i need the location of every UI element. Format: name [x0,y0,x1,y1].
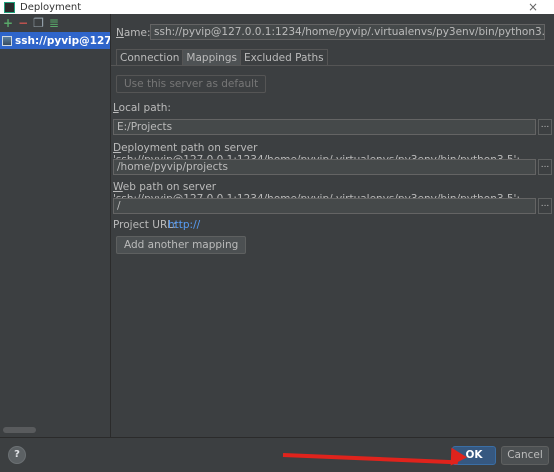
tab-connection[interactable]: Connection [116,49,184,66]
server-list-panel: + − ❐ ≣ ssh://pyvip@127.0.0.1:1 [0,14,111,437]
window-title: Deployment [20,1,82,13]
deployment-path-browse-button[interactable]: ... [538,159,552,175]
project-url-link[interactable]: http:// [168,219,200,231]
dialog-footer: ? OK Cancel [0,437,554,472]
local-path-browse-button[interactable]: ... [538,119,552,135]
tab-excluded-paths[interactable]: Excluded Paths [239,49,328,66]
config-tabs: Connection Mappings Excluded Paths [116,49,328,66]
server-item-label: ssh://pyvip@127.0.0.1:1 [15,34,110,47]
use-as-default-button[interactable]: Use this server as default [116,75,267,93]
close-window-icon[interactable]: × [528,0,538,14]
server-config-panel: Name: ssh://pyvip@127.0.0.1:1234/home/py… [111,14,554,437]
set-default-server-icon[interactable]: ≣ [49,17,59,29]
mappings-content: Use this server as default Local path: E… [111,65,554,438]
sftp-server-icon [2,35,12,46]
copy-server-icon[interactable]: ❐ [33,17,44,29]
help-icon[interactable]: ? [8,446,26,464]
server-list-item[interactable]: ssh://pyvip@127.0.0.1:1 [0,32,110,49]
server-toolbar: + − ❐ ≣ [0,14,110,32]
title-bar: Deployment × [0,0,554,14]
pycharm-app-icon [4,1,15,13]
add-server-icon[interactable]: + [3,17,13,29]
tab-mappings[interactable]: Mappings [182,49,241,66]
web-path-browse-button[interactable]: ... [538,198,552,214]
name-label: Name: [116,27,151,39]
remove-server-icon[interactable]: − [18,17,28,29]
horizontal-scrollbar[interactable] [3,427,36,433]
local-path-label: Local path: [113,102,171,114]
local-path-input[interactable]: E:/Projects [113,119,536,135]
annotation-arrow-head [450,447,468,467]
web-path-input[interactable]: / [113,198,536,214]
cancel-button[interactable]: Cancel [501,446,549,465]
add-another-mapping-button[interactable]: Add another mapping [116,236,247,254]
deployment-path-input[interactable]: /home/pyvip/projects [113,159,536,175]
server-name-input[interactable]: ssh://pyvip@127.0.0.1:1234/home/pyvip/.v… [150,24,545,40]
